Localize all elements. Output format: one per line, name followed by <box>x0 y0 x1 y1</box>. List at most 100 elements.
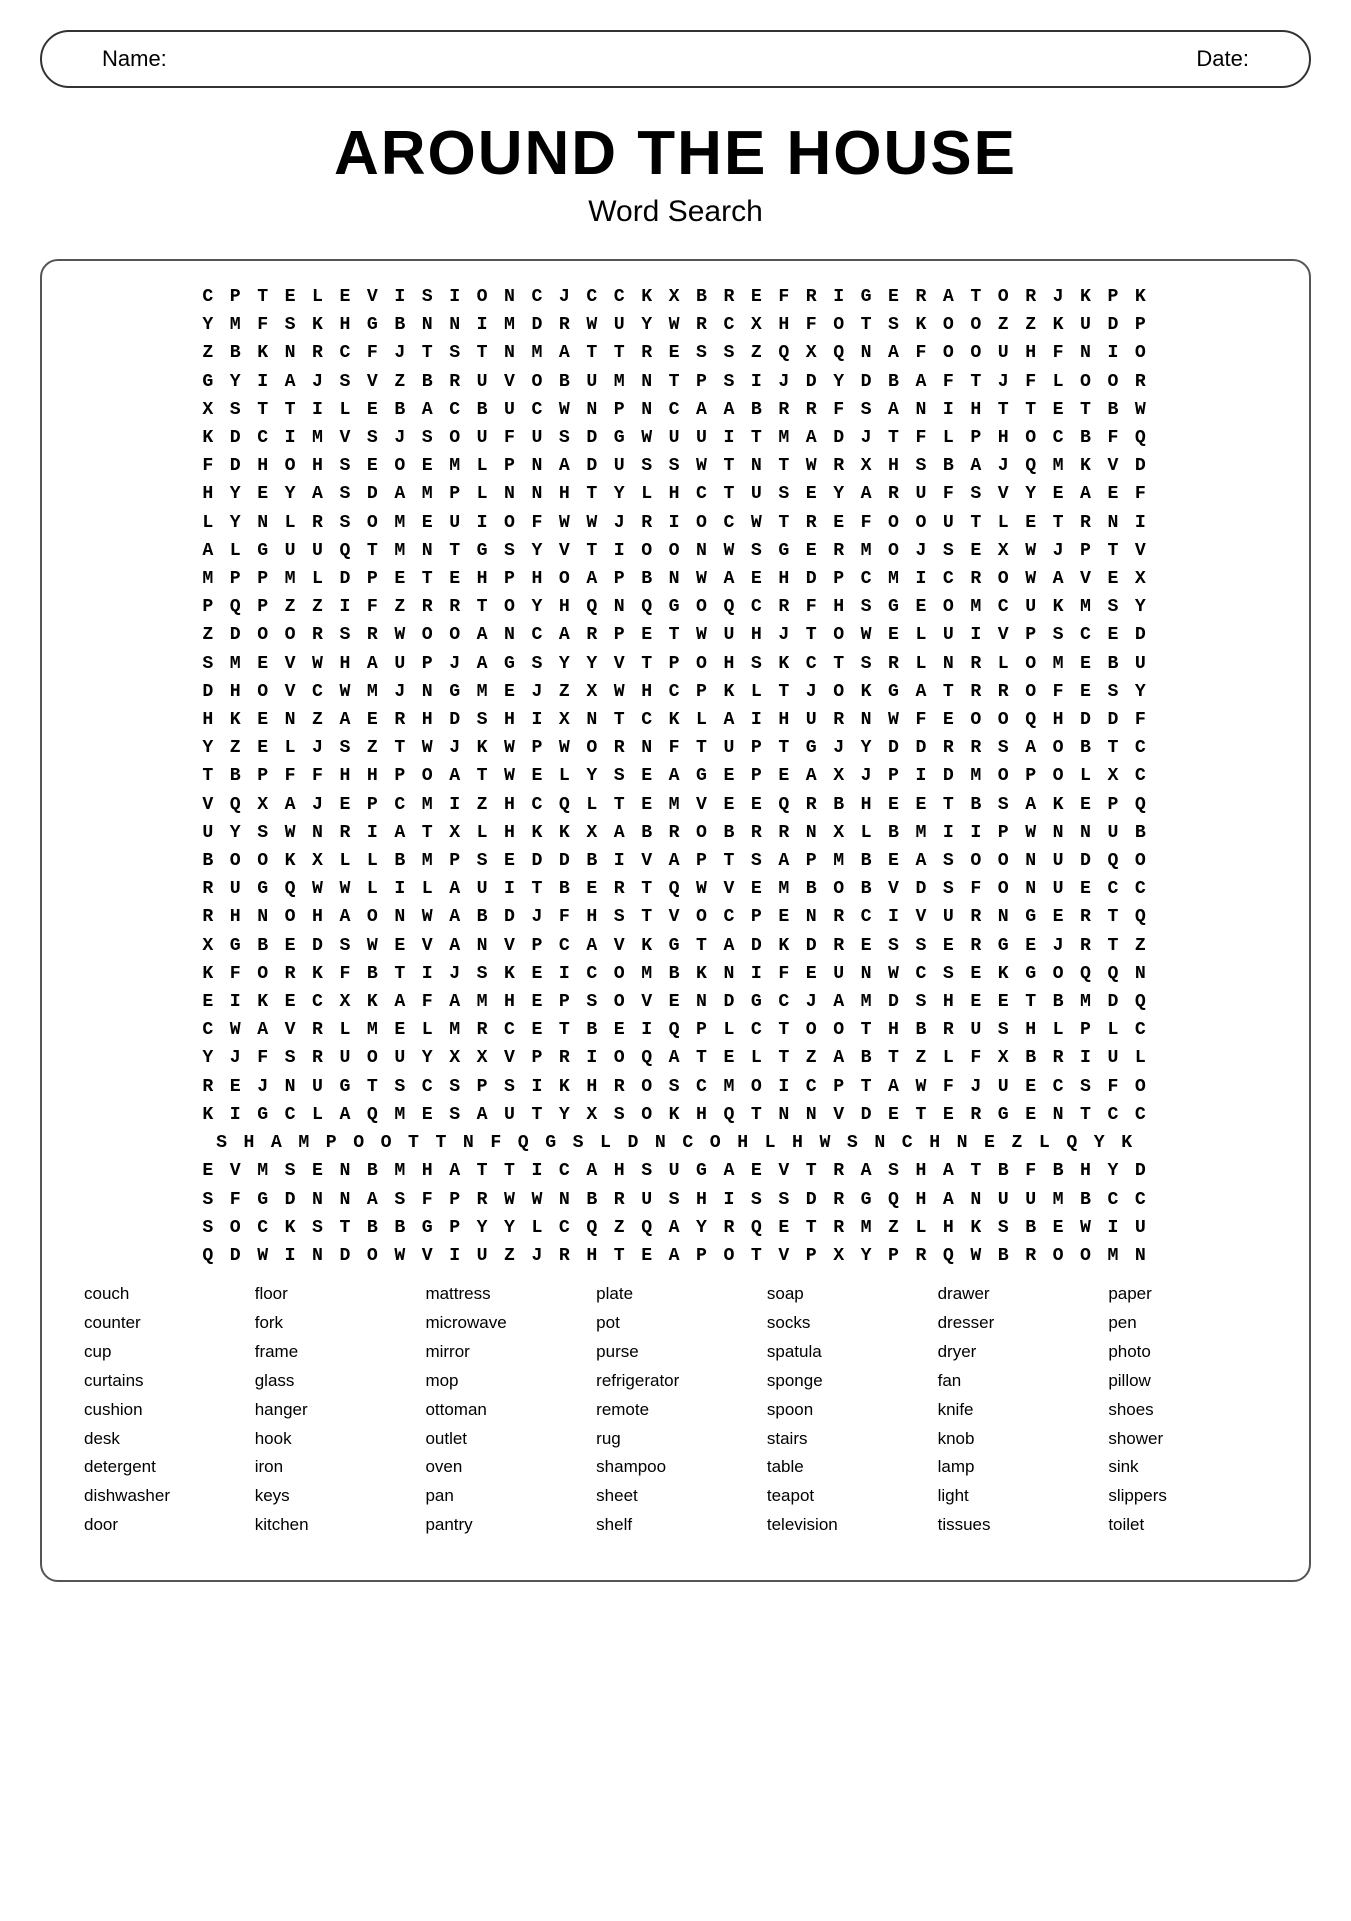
grid-row: K D C I M V S J S O U F U S D G W U U I … <box>60 424 1291 452</box>
grid-row: A L G U U Q T M N T G S Y V T I O O N W … <box>60 537 1291 565</box>
subtitle: Word Search <box>40 195 1311 229</box>
grid-row: L Y N L R S O M E U I O F W W J R I O C … <box>60 509 1291 537</box>
word-item: ottoman <box>425 1396 584 1425</box>
grid-row: Y Z E L J S Z T W J K W P W O R N F T U … <box>60 734 1291 762</box>
grid-row: X G B E D S W E V A N V P C A V K G T A … <box>60 932 1291 960</box>
word-item: sheet <box>596 1482 755 1511</box>
word-list-grid: couchcountercupcurtainscushiondeskdeterg… <box>78 1280 1273 1540</box>
name-date-bar: Name: Date: <box>40 30 1311 88</box>
word-item: light <box>938 1482 1097 1511</box>
grid-row: T B P F F H H P O A T W E L Y S E A G E … <box>60 762 1291 790</box>
word-item: keys <box>255 1482 414 1511</box>
word-item: pantry <box>425 1511 584 1540</box>
grid-row: Z D O O R S R W O O A N C A R P E T W U … <box>60 621 1291 649</box>
grid-row: Y M F S K H G B N N I M D R W U Y W R C … <box>60 311 1291 339</box>
word-item: spatula <box>767 1338 926 1367</box>
word-item: tissues <box>938 1511 1097 1540</box>
grid-row: Z B K N R C F J T S T N M A T T R E S S … <box>60 339 1291 367</box>
word-column-6: paperpenphotopillowshoesshowersinkslippe… <box>1102 1280 1273 1540</box>
word-item: drawer <box>938 1280 1097 1309</box>
word-item: slippers <box>1108 1482 1267 1511</box>
grid-row: F D H O H S E O E M L P N A D U S S W T … <box>60 452 1291 480</box>
word-item: mop <box>425 1367 584 1396</box>
word-item: paper <box>1108 1280 1267 1309</box>
word-item: mattress <box>425 1280 584 1309</box>
main-title: Around The House <box>40 118 1311 189</box>
grid-row: K F O R K F B T I J S K E I C O M B K N … <box>60 960 1291 988</box>
word-item: iron <box>255 1453 414 1482</box>
grid-row: Y J F S R U O U Y X X V P R I O Q A T E … <box>60 1044 1291 1072</box>
word-item: table <box>767 1453 926 1482</box>
word-item: outlet <box>425 1425 584 1454</box>
grid-row: V Q X A J E P C M I Z H C Q L T E M V E … <box>60 791 1291 819</box>
word-item: soap <box>767 1280 926 1309</box>
word-item: knife <box>938 1396 1097 1425</box>
word-item: mirror <box>425 1338 584 1367</box>
word-item: counter <box>84 1309 243 1338</box>
word-item: spoon <box>767 1396 926 1425</box>
word-item: detergent <box>84 1453 243 1482</box>
word-item: remote <box>596 1396 755 1425</box>
word-item: rug <box>596 1425 755 1454</box>
grid-row: D H O V C W M J N G M E J Z X W H C P K … <box>60 678 1291 706</box>
word-item: sink <box>1108 1453 1267 1482</box>
word-item: toilet <box>1108 1511 1267 1540</box>
grid-row: S O C K S T B B G P Y Y L C Q Z Q A Y R … <box>60 1214 1291 1242</box>
word-item: shoes <box>1108 1396 1267 1425</box>
word-item: door <box>84 1511 243 1540</box>
word-item: purse <box>596 1338 755 1367</box>
grid-row: S H A M P O O T T N F Q G S L D N C O H … <box>60 1129 1291 1157</box>
grid-row: S F G D N N A S F P R W W N B R U S H I … <box>60 1186 1291 1214</box>
word-column-2: mattressmicrowavemirrormopottomanoutleto… <box>419 1280 590 1540</box>
grid-row: S M E V W H A U P J A G S Y Y V T P O H … <box>60 650 1291 678</box>
word-item: socks <box>767 1309 926 1338</box>
word-item: glass <box>255 1367 414 1396</box>
grid-row: R U G Q W W L I L A U I T B E R T Q W V … <box>60 875 1291 903</box>
word-item: cup <box>84 1338 243 1367</box>
word-item: refrigerator <box>596 1367 755 1396</box>
word-item: desk <box>84 1425 243 1454</box>
word-item: curtains <box>84 1367 243 1396</box>
word-item: sponge <box>767 1367 926 1396</box>
grid-row: E I K E C X K A F A M H E P S O V E N D … <box>60 988 1291 1016</box>
word-item: kitchen <box>255 1511 414 1540</box>
grid-row: Q D W I N D O W V I U Z J R H T E A P O … <box>60 1242 1291 1270</box>
word-item: fan <box>938 1367 1097 1396</box>
word-list-section: couchcountercupcurtainscushiondeskdeterg… <box>60 1270 1291 1550</box>
grid-row: X S T T I L E B A C B U C W N P N C A A … <box>60 396 1291 424</box>
grid-row: R H N O H A O N W A B D J F H S T V O C … <box>60 903 1291 931</box>
grid-row: P Q P Z Z I F Z R R T O Y H Q N Q G O Q … <box>60 593 1291 621</box>
date-label: Date: <box>1196 46 1249 72</box>
word-item: cushion <box>84 1396 243 1425</box>
word-column-1: floorforkframeglasshangerhookironkeyskit… <box>249 1280 420 1540</box>
word-grid: C P T E L E V I S I O N C J C C K X B R … <box>60 283 1291 1270</box>
grid-row: R E J N U G T S C S P S I K H R O S C M … <box>60 1073 1291 1101</box>
word-item: pen <box>1108 1309 1267 1338</box>
word-item: oven <box>425 1453 584 1482</box>
grid-row: U Y S W N R I A T X L H K K X A B R O B … <box>60 819 1291 847</box>
word-item: hook <box>255 1425 414 1454</box>
grid-row: K I G C L A Q M E S A U T Y X S O K H Q … <box>60 1101 1291 1129</box>
word-column-3: platepotpurserefrigeratorremoterugshampo… <box>590 1280 761 1540</box>
word-item: dryer <box>938 1338 1097 1367</box>
word-item: fork <box>255 1309 414 1338</box>
grid-row: H K E N Z A E R H D S H I X N T C K L A … <box>60 706 1291 734</box>
name-label: Name: <box>102 46 167 72</box>
grid-row: C P T E L E V I S I O N C J C C K X B R … <box>60 283 1291 311</box>
word-item: plate <box>596 1280 755 1309</box>
word-item: pillow <box>1108 1367 1267 1396</box>
word-item: pan <box>425 1482 584 1511</box>
word-item: dishwasher <box>84 1482 243 1511</box>
word-item: teapot <box>767 1482 926 1511</box>
puzzle-container: C P T E L E V I S I O N C J C C K X B R … <box>40 259 1311 1582</box>
word-item: couch <box>84 1280 243 1309</box>
word-item: hanger <box>255 1396 414 1425</box>
word-item: floor <box>255 1280 414 1309</box>
word-column-0: couchcountercupcurtainscushiondeskdeterg… <box>78 1280 249 1540</box>
word-item: microwave <box>425 1309 584 1338</box>
word-item: stairs <box>767 1425 926 1454</box>
word-column-5: drawerdresserdryerfanknifeknoblamplightt… <box>932 1280 1103 1540</box>
grid-row: C W A V R L M E L M R C E T B E I Q P L … <box>60 1016 1291 1044</box>
word-item: knob <box>938 1425 1097 1454</box>
word-item: lamp <box>938 1453 1097 1482</box>
